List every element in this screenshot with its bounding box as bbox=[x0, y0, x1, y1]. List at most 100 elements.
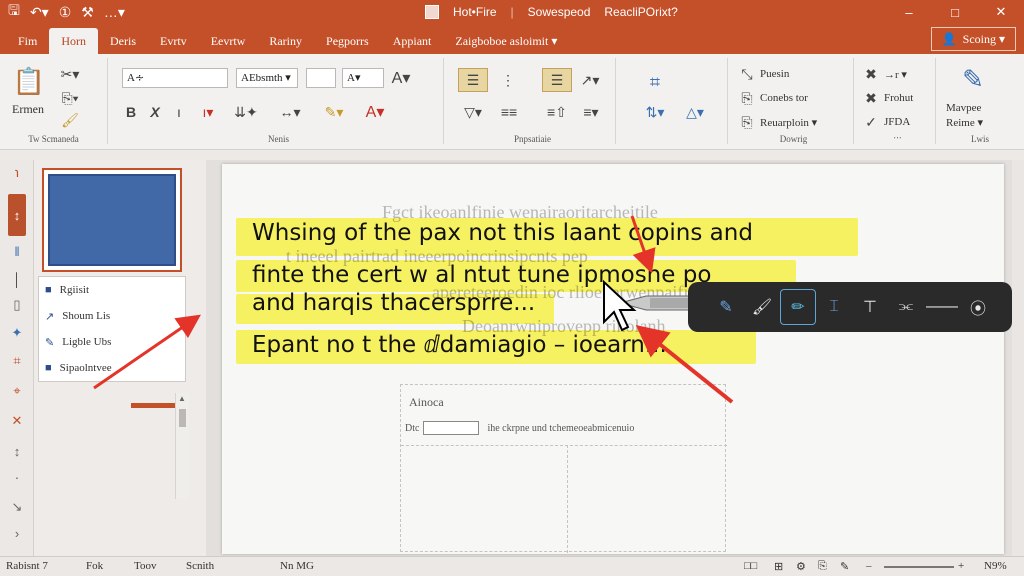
view-reading-icon[interactable]: ⚙ bbox=[796, 560, 806, 573]
undo-icon[interactable]: ↶▾ bbox=[30, 4, 49, 21]
slide-thumbnail[interactable] bbox=[42, 168, 182, 272]
arrange-icon[interactable]: ⇅▾ bbox=[642, 100, 668, 124]
save-icon[interactable]: 🖫 bbox=[8, 0, 20, 24]
highlighter-icon[interactable]: ✏ bbox=[780, 289, 816, 325]
text-effects-icon[interactable]: ⇊✦ bbox=[226, 102, 266, 122]
find-icon[interactable]: ✖ bbox=[862, 66, 880, 82]
tool-down-icon[interactable]: ↘ bbox=[8, 498, 26, 516]
list-item[interactable]: ■ Sipaolntvee bbox=[45, 357, 112, 379]
copy-icon[interactable]: ⎘▾ bbox=[60, 88, 80, 108]
columns-icon[interactable]: ☰ bbox=[542, 68, 572, 92]
scrollbar-thumb[interactable] bbox=[179, 409, 186, 427]
tool-a-icon[interactable]: ℩ bbox=[8, 164, 26, 182]
tool-share-icon[interactable]: ✦ bbox=[8, 324, 26, 342]
tool-highlight-icon[interactable]: ↕ bbox=[8, 194, 26, 236]
status-item-d[interactable]: Nn MG bbox=[280, 560, 314, 572]
font-grow-dropdown[interactable]: A▾ bbox=[342, 68, 384, 88]
status-item-a[interactable]: Fok bbox=[86, 560, 103, 572]
tool-grid-icon[interactable]: ⌗ bbox=[8, 352, 26, 370]
replace-icon[interactable]: ✖ bbox=[862, 90, 880, 106]
brush-icon[interactable]: 🖌 bbox=[744, 289, 780, 325]
font-color-icon[interactable]: A▾ bbox=[358, 102, 392, 122]
bullets-icon[interactable]: ☰ bbox=[458, 68, 488, 92]
line-spacing-icon[interactable]: ↗▾ bbox=[576, 70, 604, 90]
list-item[interactable]: ■ Rgiisit bbox=[45, 279, 89, 301]
find-label[interactable]: →r ▾ bbox=[884, 68, 907, 81]
shape-outline-icon[interactable]: ⎘ bbox=[738, 90, 756, 106]
font-name-dropdown[interactable]: A∻ bbox=[122, 68, 228, 88]
slide-text-line-2[interactable]: finte the cert w al ntut tune ipmosne po bbox=[252, 262, 711, 288]
thumbnail-scrollbar[interactable]: ▲ bbox=[175, 393, 189, 499]
tab-home[interactable]: Horn bbox=[49, 28, 99, 54]
view-notes-icon[interactable]: ✎ bbox=[840, 560, 849, 573]
shape-fill-label[interactable]: Puesin bbox=[760, 68, 789, 80]
tab-animations[interactable]: Eevrtw bbox=[199, 28, 258, 54]
slide-text-line-3[interactable]: and harqis thacersprre... bbox=[252, 290, 535, 316]
pen-icon[interactable]: ✎ bbox=[708, 289, 744, 325]
tool-bar-icon[interactable]: │ bbox=[8, 270, 26, 288]
font-size-dropdown[interactable] bbox=[306, 68, 336, 88]
font-color-a-icon[interactable]: A▾ bbox=[390, 68, 412, 88]
tool-page-icon[interactable]: ▯ bbox=[8, 296, 26, 314]
separator-icon[interactable]: —— bbox=[924, 289, 960, 325]
cut-icon[interactable]: ✂▾ bbox=[60, 64, 80, 84]
tool-chevron-icon[interactable]: › bbox=[8, 524, 26, 542]
paste-label[interactable]: Ermen bbox=[12, 102, 44, 117]
strikethrough-icon[interactable]: ı▾ bbox=[194, 102, 222, 122]
tool-columns-icon[interactable]: ‖ bbox=[8, 242, 26, 260]
tab-design[interactable]: Deris bbox=[98, 28, 148, 54]
quick-styles-icon[interactable]: △▾ bbox=[680, 100, 710, 124]
tool-close-icon[interactable]: ✕ bbox=[8, 412, 26, 430]
numbering-icon[interactable]: ⋮ bbox=[494, 70, 522, 90]
shape-outline-label[interactable]: Conebs tor bbox=[760, 92, 808, 104]
redo-icon[interactable]: ① bbox=[59, 4, 72, 21]
status-item-c[interactable]: Scnith bbox=[186, 560, 214, 572]
insert-space-icon[interactable]: ⊤ bbox=[852, 289, 888, 325]
tab-transitions[interactable]: Evrtv bbox=[148, 28, 199, 54]
more-icon[interactable]: …▾ bbox=[104, 4, 125, 21]
close-icon[interactable]: ✕ bbox=[978, 0, 1024, 24]
pen-draw-icon[interactable]: ✎ bbox=[956, 62, 990, 96]
tab-review[interactable]: Rariny bbox=[257, 28, 314, 54]
tab-tell-me[interactable]: Zaigboboe asloimit ▾ bbox=[443, 28, 569, 54]
scroll-up-icon[interactable]: ▲ bbox=[178, 394, 186, 403]
slide-text-line-4[interactable]: Epant no t the ⅆdamiagio – ioearn... bbox=[252, 332, 667, 358]
tab-view[interactable]: Pegporrs bbox=[314, 28, 381, 54]
paste-icon[interactable]: 📋 bbox=[12, 64, 46, 98]
shapes-icon[interactable]: ⌗ bbox=[642, 68, 668, 96]
shape-effects-icon[interactable]: ⎘ bbox=[738, 114, 756, 130]
shape-effects-label[interactable]: Reuarploin ▾ bbox=[760, 116, 817, 129]
justify-icon[interactable]: ≡▾ bbox=[576, 102, 606, 122]
minimize-icon[interactable]: – bbox=[886, 0, 932, 24]
view-sorter-icon[interactable]: ⊞ bbox=[774, 560, 783, 573]
placeholder-input[interactable] bbox=[423, 421, 480, 435]
select-text-icon[interactable]: ⌶ bbox=[816, 289, 852, 325]
tool-tick-icon[interactable]: ⋅ bbox=[8, 470, 26, 488]
zoom-slider[interactable] bbox=[884, 566, 954, 568]
list-item[interactable]: ✎ Ligble Ubs bbox=[45, 331, 111, 353]
content-placeholder[interactable]: Ainoca Dtc ihe ckrpne und tchemeoeabmice… bbox=[400, 384, 727, 553]
select-icon[interactable]: ✓ bbox=[862, 114, 880, 130]
tab-help[interactable]: Appiant bbox=[381, 28, 444, 54]
designer-label[interactable]: Mavpee bbox=[946, 102, 981, 114]
lasso-icon[interactable]: ⫘ bbox=[888, 289, 924, 325]
indent-icon[interactable]: ≡≡ bbox=[494, 102, 524, 122]
tab-file[interactable]: Fim bbox=[6, 28, 49, 54]
settings-icon[interactable]: ⦿ bbox=[960, 289, 996, 325]
align-icon[interactable]: ▽▾ bbox=[458, 102, 488, 122]
font-face-dropdown[interactable]: AEbsmth ▾ bbox=[236, 68, 298, 88]
zoom-level[interactable]: N9% bbox=[984, 560, 1007, 572]
tool-misc-icon[interactable]: ↕ bbox=[8, 442, 26, 460]
tool-link-icon[interactable]: ⌖ bbox=[8, 382, 26, 400]
status-item-b[interactable]: Toov bbox=[134, 560, 156, 572]
slide-text-line-1[interactable]: Whsing of the pax not this laant copins … bbox=[252, 220, 753, 246]
list-item[interactable]: ↗ Shoum Lis bbox=[45, 305, 110, 327]
restore-icon[interactable]: □ bbox=[932, 0, 978, 24]
format-painter-icon[interactable]: 🖌 bbox=[60, 110, 80, 130]
bold-icon[interactable]: B bbox=[122, 102, 140, 122]
zoom-in-icon[interactable]: + bbox=[958, 560, 964, 572]
view-slideshow-icon[interactable]: ⎘ bbox=[818, 560, 827, 573]
text-direction-icon[interactable]: ≡⇧ bbox=[542, 102, 572, 122]
highlight-color-icon[interactable]: ✎▾ bbox=[314, 102, 354, 122]
designer-sub-label[interactable]: Reime ▾ bbox=[946, 116, 983, 129]
